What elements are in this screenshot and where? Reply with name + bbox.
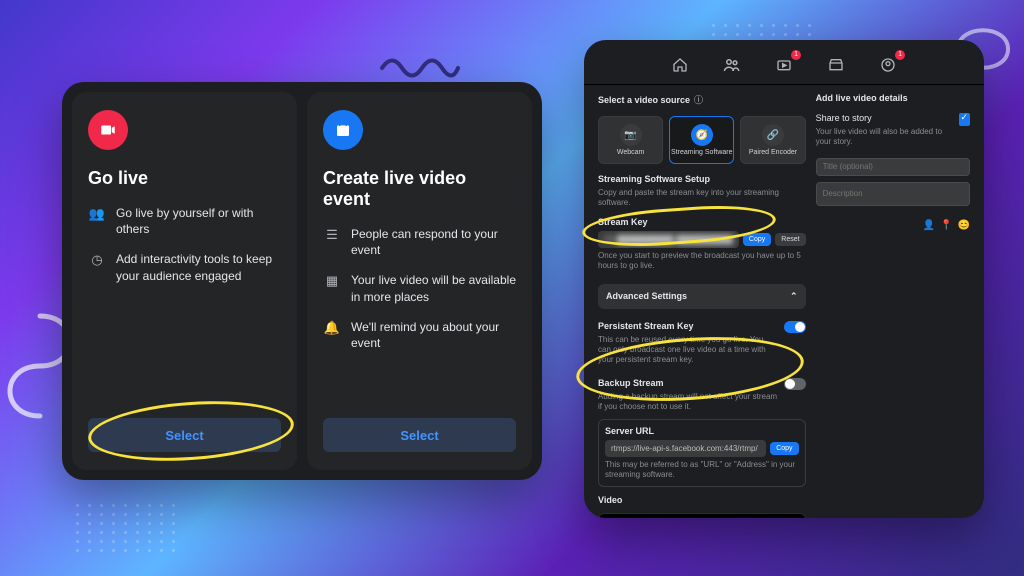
location-icon[interactable]: 📍 — [940, 220, 952, 231]
description-input[interactable] — [816, 182, 970, 206]
copy-server-url-button[interactable]: Copy — [770, 442, 798, 455]
bell-icon: 🔔 — [323, 319, 341, 337]
copy-stream-key-button[interactable]: Copy — [743, 233, 771, 246]
advanced-settings-toggle[interactable]: Advanced Settings ⌃ — [598, 284, 806, 309]
create-event-select-button[interactable]: Select — [323, 418, 516, 452]
source-streaming-software[interactable]: 🧭Streaming Software — [669, 116, 734, 164]
live-producer-panel: 1 1 Select a video sourceⓘ 📷Webcam 🧭Stre… — [584, 40, 984, 518]
go-live-card: Go live 👥Go live by yourself or with oth… — [72, 92, 297, 470]
clock-icon: ◷ — [88, 251, 106, 269]
people-icon: 👥 — [88, 205, 106, 223]
share-to-story-checkbox[interactable] — [959, 113, 971, 126]
source-label: Select a video sourceⓘ — [598, 93, 806, 106]
persistent-key-toggle[interactable] — [784, 321, 806, 333]
backup-stream-toggle[interactable] — [784, 378, 806, 390]
home-icon[interactable] — [669, 54, 691, 76]
source-webcam[interactable]: 📷Webcam — [598, 116, 663, 164]
link-icon: 🔗 — [762, 124, 784, 146]
create-event-title: Create live video event — [323, 168, 516, 210]
places-icon: ▦ — [323, 272, 341, 290]
setup-title: Streaming Software Setup — [598, 174, 806, 184]
marketplace-icon[interactable] — [825, 54, 847, 76]
tag-people-icon[interactable]: 👤 — [923, 220, 935, 231]
source-paired-encoder[interactable]: 🔗Paired Encoder — [740, 116, 805, 164]
server-url-box: Server URL rtmps://live-api-s.facebook.c… — [598, 419, 806, 488]
details-title: Add live video details — [816, 93, 970, 103]
stream-key-field[interactable]: FB-██████████-██████████ — [598, 231, 739, 248]
friends-icon[interactable] — [721, 54, 743, 76]
calendar-icon — [323, 110, 363, 150]
reset-stream-key-button[interactable]: Reset — [775, 233, 805, 246]
key-icon: 🧭 — [691, 124, 713, 146]
camera-icon — [88, 110, 128, 150]
server-url-field[interactable]: rtmps://live-api-s.facebook.com:443/rtmp… — [605, 440, 766, 457]
stream-key-label: Stream Key — [598, 217, 806, 227]
webcam-icon: 📷 — [620, 124, 642, 146]
title-input[interactable] — [816, 158, 970, 176]
watch-icon[interactable]: 1 — [773, 54, 795, 76]
choose-live-type-panel: Go live 👥Go live by yourself or with oth… — [62, 82, 542, 480]
video-preview: ▶⎯ Connect streaming software to go live — [598, 513, 806, 518]
groups-icon[interactable]: 1 — [877, 54, 899, 76]
go-live-title: Go live — [88, 168, 281, 189]
create-event-card: Create live video event ☰People can resp… — [307, 92, 532, 470]
chevron-up-icon: ⌃ — [790, 291, 798, 302]
feeling-icon[interactable]: 😊 — [958, 220, 970, 231]
top-nav: 1 1 — [584, 50, 984, 85]
response-icon: ☰ — [323, 226, 341, 244]
go-live-select-button[interactable]: Select — [88, 418, 281, 452]
